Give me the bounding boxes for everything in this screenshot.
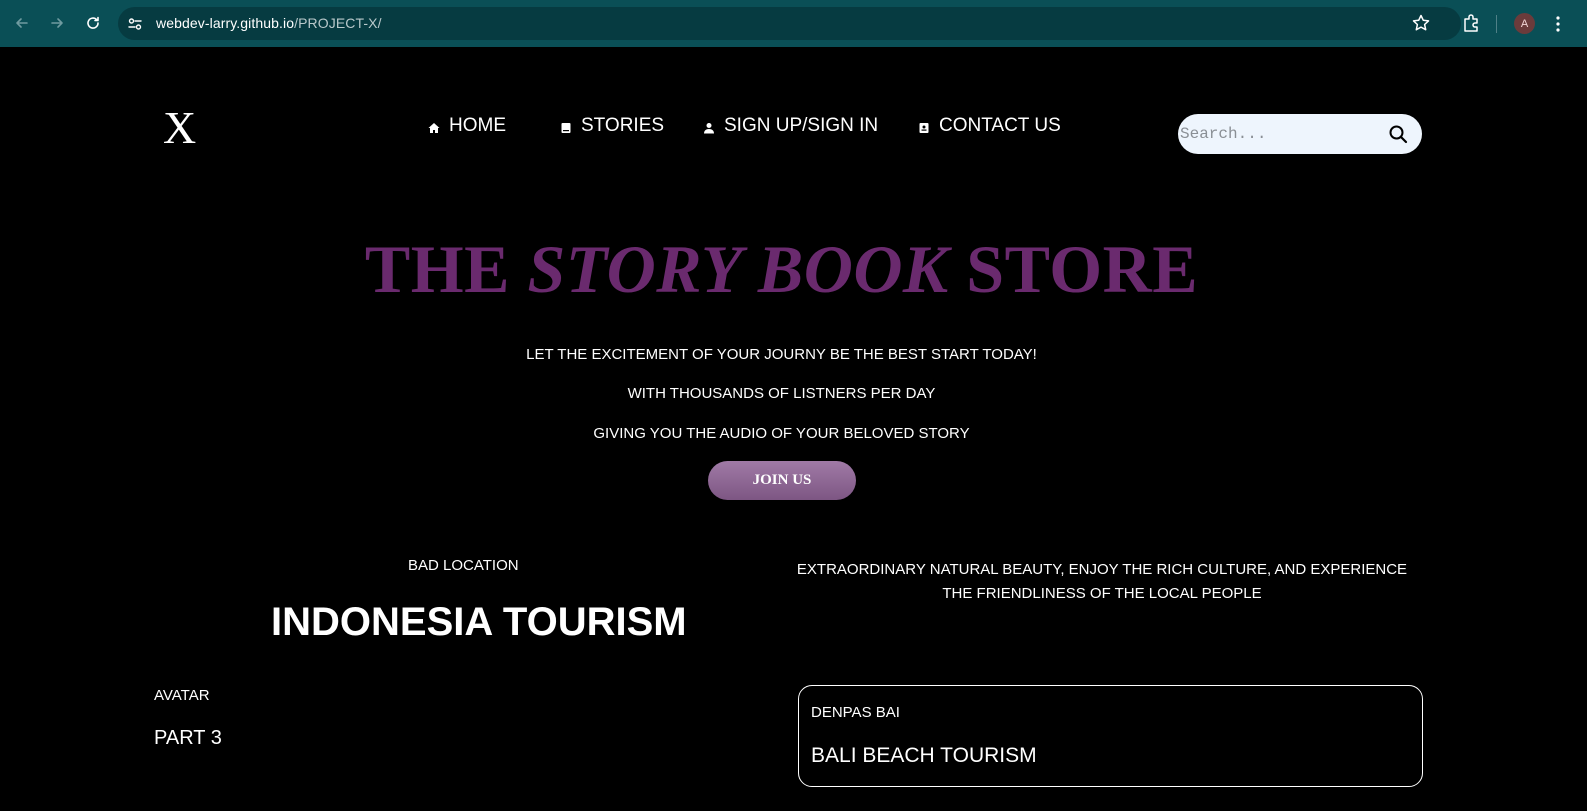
- back-button[interactable]: [12, 13, 32, 33]
- site-settings-icon[interactable]: [127, 16, 143, 32]
- search-box: [1178, 114, 1422, 154]
- reload-icon: [87, 16, 99, 29]
- section-description: EXTRAORDINARY NATURAL BEAUTY, ENJOY THE …: [796, 561, 1408, 602]
- search-input[interactable]: [1180, 122, 1380, 146]
- address-bar[interactable]: webdev-larry.github.io/PROJECT-X/: [118, 7, 1461, 40]
- nav-stories-label: STORIES: [581, 115, 665, 136]
- extensions-icon[interactable]: [1461, 13, 1481, 33]
- card-subtitle: DENPAS BAI: [811, 704, 900, 721]
- toolbar-divider: [1496, 15, 1497, 33]
- nav-home[interactable]: HOME: [428, 115, 506, 137]
- nav-signup-signin[interactable]: SIGN UP/SIGN IN: [703, 115, 878, 137]
- avatar-label: AVATAR: [154, 687, 210, 704]
- url-path: /PROJECT-X/: [294, 15, 382, 31]
- arrow-left-icon: [16, 18, 28, 28]
- browser-toolbar: webdev-larry.github.io/PROJECT-X/ A: [0, 0, 1587, 47]
- nav-home-label: HOME: [449, 115, 506, 136]
- book-icon: [561, 123, 571, 133]
- forward-button[interactable]: [47, 13, 67, 33]
- reload-button[interactable]: [83, 13, 103, 33]
- nav-contact-label: CONTACT US: [939, 115, 1061, 136]
- hero-tagline-3: GIVING YOU THE AUDIO OF YOUR BELOVED STO…: [593, 425, 970, 442]
- contact-icon: [919, 123, 929, 133]
- user-icon: [704, 123, 714, 134]
- nav-signup-label: SIGN UP/SIGN IN: [724, 115, 879, 136]
- hero-tagline-2: WITH THOUSANDS OF LISTNERS PER DAY: [627, 385, 936, 402]
- bookmark-star-icon[interactable]: [1411, 13, 1431, 33]
- nav-contact[interactable]: CONTACT US: [918, 115, 1061, 137]
- hero-title: THE STORY BOOK STORE: [0, 232, 1563, 307]
- search-icon[interactable]: [1388, 124, 1408, 144]
- hero-title-part2: STORE: [948, 231, 1199, 307]
- section-title: INDONESIA TOURISM: [271, 600, 687, 644]
- url-host: webdev-larry.github.io: [156, 15, 295, 31]
- join-us-button[interactable]: JOIN US: [708, 461, 856, 500]
- nav-stories[interactable]: STORIES: [560, 115, 664, 137]
- part-label: PART 3: [154, 727, 222, 749]
- arrow-right-icon: [51, 18, 63, 28]
- page-scrollbar[interactable]: [1570, 47, 1587, 811]
- hero-tagline-1: LET THE EXCITEMENT OF YOUR JOURNY BE THE…: [526, 346, 1037, 363]
- site-logo[interactable]: X: [163, 105, 196, 151]
- hero-title-part1: THE: [364, 231, 528, 307]
- hero-title-italic: STORY BOOK: [527, 231, 949, 307]
- page-viewport: X HOME STORIES SIGN UP/SIGN IN CONTACT U…: [0, 47, 1570, 811]
- tourism-card[interactable]: DENPAS BAI BALI BEACH TOURISM: [798, 685, 1423, 787]
- home-icon: [428, 123, 440, 133]
- url-text[interactable]: webdev-larry.github.io/PROJECT-X/: [156, 15, 382, 31]
- section-kicker: BAD LOCATION: [408, 557, 519, 574]
- profile-initial: A: [1520, 17, 1529, 30]
- card-title: BALI BEACH TOURISM: [811, 744, 1037, 767]
- profile-avatar[interactable]: A: [1514, 13, 1535, 34]
- kebab-menu-icon[interactable]: [1555, 14, 1561, 34]
